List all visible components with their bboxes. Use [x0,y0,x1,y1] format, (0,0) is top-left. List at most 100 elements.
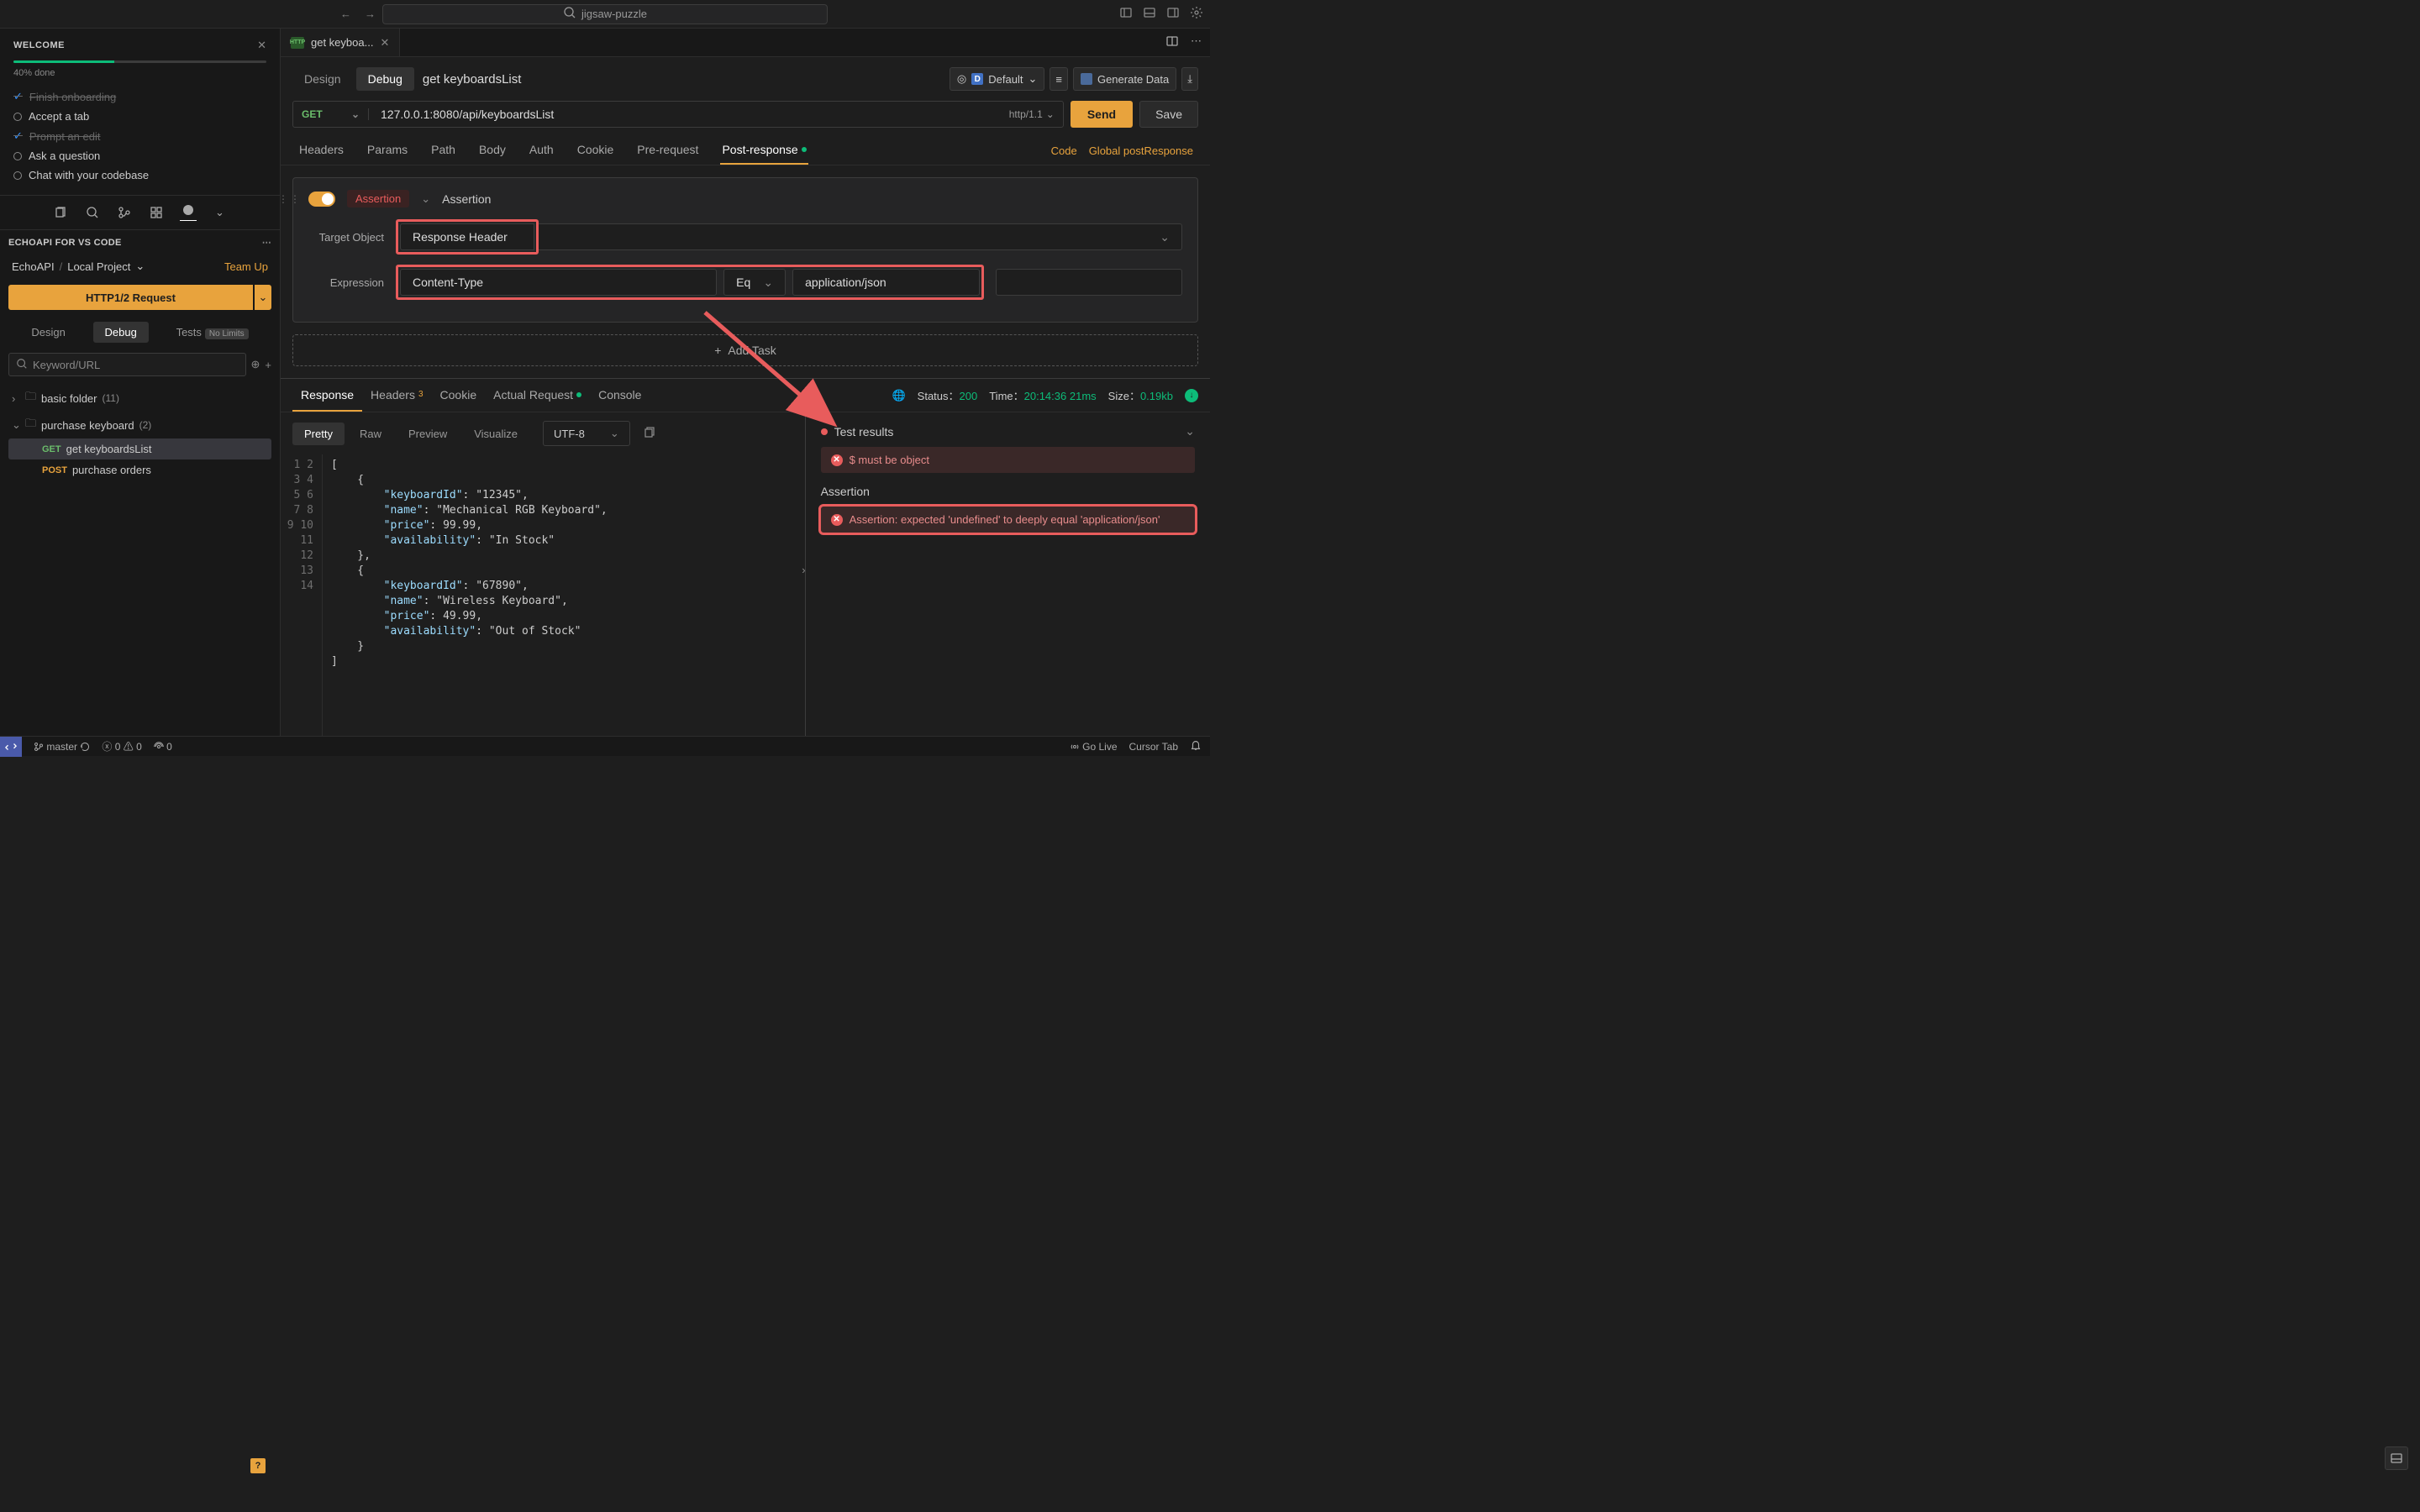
sidebar: WELCOME ✕ 40% done ✓Finish onboarding Ac… [0,29,281,736]
http-request-button[interactable]: HTTP1/2 Request [8,285,253,310]
bell-icon[interactable] [1190,739,1202,753]
tab-auth[interactable]: Auth [528,136,555,165]
tree-folder-purchase[interactable]: ⌄ 🗀 purchase keyboard (2) [8,412,271,438]
split-icon[interactable] [1165,34,1179,50]
tab-headers[interactable]: Headers [297,136,345,165]
tree-folder-basic[interactable]: › 🗀 basic folder (11) [8,385,271,412]
chevron-down-icon[interactable]: ⌄ [212,204,229,221]
tab-body[interactable]: Body [477,136,508,165]
search-tab-icon[interactable] [84,204,101,221]
list-button[interactable]: ≡ [1050,67,1068,91]
generate-data-button[interactable]: Generate Data [1073,67,1176,91]
json-response-body[interactable]: 1 2 3 4 5 6 7 8 9 10 11 12 13 14 [ { "ke… [281,454,805,736]
add-icon[interactable]: + [265,359,271,371]
globe-icon[interactable]: 🌐 [892,389,905,402]
extensions-icon[interactable] [148,204,165,221]
resp-tab-console[interactable]: Console [590,380,650,412]
assertion-toggle[interactable] [308,192,335,207]
close-icon[interactable]: ✕ [380,36,389,50]
save-button[interactable]: Save [1139,101,1198,128]
http-request-dropdown[interactable]: ⌄ [255,285,271,310]
golive-button[interactable]: Go Live [1070,741,1118,753]
sidebar-activity-tabs: ⌄ [0,196,280,230]
welcome-item-chat-codebase[interactable]: Chat with your codebase [13,165,266,185]
download-icon[interactable]: ↓ [1185,389,1198,402]
expression-extra[interactable] [996,269,1182,296]
tree-item-get-keyboards[interactable]: GET get keyboardsList [8,438,271,459]
chevron-down-icon[interactable]: ⌄ [1185,424,1195,438]
command-center[interactable]: jigsaw-puzzle [382,4,828,24]
echoapi-icon[interactable] [180,204,197,221]
environment-selector[interactable]: ◎ D Default ⌄ [950,67,1044,91]
close-icon[interactable]: ✕ [257,39,266,52]
breadcrumb[interactable]: EchoAPI / Local Project ⌄ [12,260,145,273]
welcome-panel: WELCOME ✕ 40% done ✓Finish onboarding Ac… [0,29,280,196]
remote-indicator[interactable] [0,737,22,757]
encoding-select[interactable]: UTF-8 ⌄ [543,421,630,446]
nav-forward-icon[interactable]: → [365,8,376,20]
expression-op-select[interactable]: Eq ⌄ [723,269,786,296]
send-button[interactable]: Send [1071,101,1133,128]
expression-key-input[interactable]: Content-Type [400,269,717,296]
view-preview[interactable]: Preview [397,423,459,445]
search-input[interactable]: Keyword/URL [8,353,246,376]
copy-icon[interactable] [642,426,655,442]
req-mode-debug[interactable]: Debug [356,67,414,91]
search-icon [16,358,28,372]
view-pretty[interactable]: Pretty [292,423,345,445]
resp-tab-response[interactable]: Response [292,380,362,412]
panel-left-icon[interactable] [1119,6,1133,22]
welcome-item-onboarding[interactable]: ✓Finish onboarding [13,87,266,107]
assertion-label: Assertion [442,192,491,206]
expression-value-input[interactable]: application/json [792,269,980,296]
tab-path[interactable]: Path [429,136,457,165]
resp-tab-cookie[interactable]: Cookie [432,380,486,412]
add-task-button[interactable]: + Add Task [292,334,1198,366]
view-visualize[interactable]: Visualize [462,423,529,445]
tree-item-purchase-orders[interactable]: POST purchase orders [8,459,271,480]
view-raw[interactable]: Raw [348,423,393,445]
copy-icon[interactable] [52,204,69,221]
more-icon[interactable]: ⋯ [262,237,271,248]
tab-pre-request[interactable]: Pre-request [635,136,700,165]
target-object-expand[interactable]: ⌄ [536,223,1182,250]
drag-handle-icon[interactable]: ⋮⋮ [281,193,302,205]
url-input[interactable]: 127.0.0.1:8080/api/keyboardsList [369,108,1001,121]
welcome-item-accept-tab[interactable]: Accept a tab [13,107,266,126]
settings-gear-icon[interactable] [1190,6,1203,22]
editor-tab[interactable]: HTTP get keyboa... ✕ [281,29,400,56]
http-icon: HTTP [291,37,304,49]
search-icon [563,6,576,22]
panel-bottom-icon[interactable] [1143,6,1156,22]
errors-indicator[interactable]: ⓧ 0 ⚠ 0 [102,739,141,753]
nav-back-icon[interactable]: ← [340,8,351,20]
teamup-link[interactable]: Team Up [224,260,268,273]
statusbar: master ⓧ 0 ⚠ 0 0 Go Live Cursor Tab [0,736,1210,756]
locate-icon[interactable]: ⊕ [251,358,260,371]
welcome-item-prompt-edit[interactable]: ✓Prompt an edit [13,126,266,146]
request-name: get keyboardsList [423,72,522,87]
mode-tests[interactable]: TestsNo Limits [165,322,260,343]
req-mode-design[interactable]: Design [292,67,353,91]
http-version-selector[interactable]: http/1.1 ⌄ [1001,108,1063,120]
panel-right-icon[interactable] [1166,6,1180,22]
tab-cookie[interactable]: Cookie [576,136,616,165]
global-post-link[interactable]: Global postResponse [1089,144,1193,157]
target-object-select[interactable]: Response Header [400,223,534,250]
cursor-tab[interactable]: Cursor Tab [1129,741,1178,753]
resp-tab-actual[interactable]: Actual Request [485,380,590,412]
tab-post-response[interactable]: Post-response [720,136,808,165]
branch-indicator[interactable]: master [34,741,90,753]
ports-indicator[interactable]: 0 [154,741,172,753]
tab-params[interactable]: Params [366,136,409,165]
code-link[interactable]: Code [1051,144,1077,157]
resp-tab-headers[interactable]: Headers3 [362,380,431,412]
welcome-item-ask-question[interactable]: Ask a question [13,146,266,165]
source-control-icon[interactable] [116,204,133,221]
mode-debug[interactable]: Debug [93,322,149,343]
method-selector[interactable]: GET ⌄ [293,108,369,120]
chevron-down-icon[interactable]: ⌄ [421,192,430,206]
mode-design[interactable]: Design [19,322,76,343]
export-button[interactable]: ⤓ [1181,67,1198,91]
more-icon[interactable]: ⋯ [1191,34,1202,50]
